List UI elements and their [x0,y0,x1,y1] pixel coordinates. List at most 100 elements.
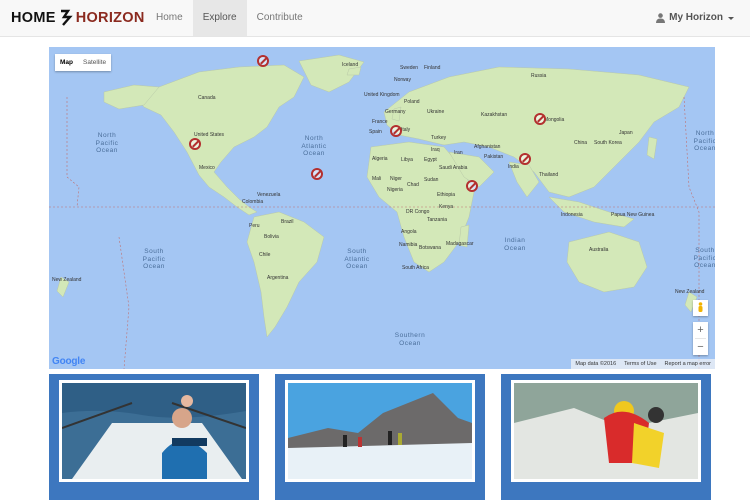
world-map[interactable]: Map Satellite North Pacific Ocean North … [49,47,715,369]
country-label: Sweden [400,65,419,71]
country-label: Mexico [199,165,215,171]
main-nav: Home Explore Contribute [146,0,313,36]
country-label: South Korea [594,140,622,146]
country-label: Nigeria [387,187,403,193]
ocean-label: South Pacific Ocean [693,247,715,269]
country-label: Kenya [439,204,454,210]
expedition-marker-2[interactable] [189,138,201,150]
country-label: Chad [407,182,419,188]
ocean-label: South Atlantic Ocean [344,248,370,270]
expedition-marker-4[interactable] [390,125,402,137]
country-label: Iraq [431,147,440,153]
country-label: Turkey [431,135,447,141]
country-label: Madagascar [446,241,474,247]
country-label: United States [194,132,225,138]
country-label: Kazakhstan [481,112,508,118]
expedition-photo-summit [511,380,701,482]
brand-logo[interactable]: HOME HORIZON [11,9,145,27]
expedition-marker-3[interactable] [311,168,323,180]
country-label: Papua New Guinea [611,212,655,218]
country-label: Norway [394,77,411,83]
country-label: Brazil [281,219,294,225]
user-menu-label: My Horizon [669,12,723,23]
country-label: Indonesia [561,212,583,218]
ocean-label: Indian Ocean [504,237,526,252]
ocean-label: North Atlantic Ocean [301,135,327,157]
google-logo[interactable]: Google [52,356,85,367]
country-label: Ethiopia [437,192,456,198]
nav-home[interactable]: Home [146,0,193,36]
country-label: Peru [249,223,260,229]
expedition-photo-glacier [285,380,475,482]
country-label: Sudan [424,177,439,183]
country-label: New Zealand [52,277,82,283]
top-navbar: HOME HORIZON Home Explore Contribute My … [0,0,750,37]
ocean-label: North Pacific Ocean [95,132,119,154]
map-type-satellite-button[interactable]: Satellite [78,54,111,71]
country-label: Australia [589,247,609,253]
brand-home-text: HOME [11,10,56,26]
country-label: Afghanistan [474,144,501,150]
zoom-out-button[interactable]: − [693,339,708,355]
expedition-marker-6[interactable] [519,153,531,165]
country-label: Mongolia [544,117,565,123]
country-label: Finland [424,65,441,71]
country-label: Spain [369,129,382,135]
country-label: United Kingdom [364,92,400,98]
country-label: Poland [404,99,420,105]
expedition-marker-5[interactable] [466,180,478,192]
map-type-map-button[interactable]: Map [55,54,78,71]
expedition-photo-rowing [59,380,249,482]
map-data-text: Map data ©2016 [575,361,617,367]
country-label: Niger [390,176,402,182]
country-label: Angola [401,229,417,235]
country-label: China [574,140,588,146]
country-label: Italy [401,127,411,133]
ocean-label: Southern Ocean [394,332,426,347]
country-label: Russia [531,73,547,79]
country-label: Iceland [342,62,359,68]
country-label: Algeria [372,156,388,162]
country-label: Pakistan [484,154,504,160]
country-label: Venezuela [257,192,281,198]
country-label: Colombia [242,199,264,205]
expedition-cards [49,374,715,500]
report-map-error-link[interactable]: Report a map error [665,359,711,369]
expedition-marker-1[interactable] [257,55,269,67]
country-label: Germany [385,109,406,115]
country-label: Thailand [539,172,559,178]
country-label: Chile [259,252,271,258]
country-label: Tanzania [427,217,448,223]
terms-of-use-link[interactable]: Terms of Use [624,359,656,369]
ocean-label: South Pacific Ocean [142,248,166,270]
country-label: France [372,119,388,125]
brand-horizon-text: HORIZON [75,10,145,26]
country-label: South Africa [402,265,429,271]
expedition-card-rowing[interactable] [49,374,259,500]
country-label: Mali [372,176,382,182]
nav-explore[interactable]: Explore [192,0,247,36]
expedition-card-glacier[interactable] [275,374,485,500]
zoom-control: + − [693,322,708,355]
country-label: Bolivia [264,234,279,240]
expedition-card-summit[interactable] [501,374,711,500]
google-logo-text: Google [52,356,86,367]
country-label: Botswana [419,245,441,251]
zoom-in-button[interactable]: + [693,322,708,338]
street-view-pegman-icon[interactable] [693,300,708,316]
country-label: Argentina [267,275,289,281]
expedition-marker-7[interactable] [534,113,546,125]
country-label: Namibia [399,242,418,248]
country-label: Canada [198,95,216,101]
country-label: DR Congo [406,209,430,215]
country-label: India [508,164,519,170]
user-icon [656,13,666,23]
country-label: Ukraine [427,109,445,115]
chevron-down-icon [728,16,734,20]
country-label: New Zealand [675,289,705,295]
country-label: Japan [619,130,633,136]
map-type-control: Map Satellite [55,54,112,71]
nav-contribute[interactable]: Contribute [247,0,313,36]
user-menu-dropdown[interactable]: My Horizon [656,0,734,36]
country-label: Saudi Arabia [439,165,468,171]
